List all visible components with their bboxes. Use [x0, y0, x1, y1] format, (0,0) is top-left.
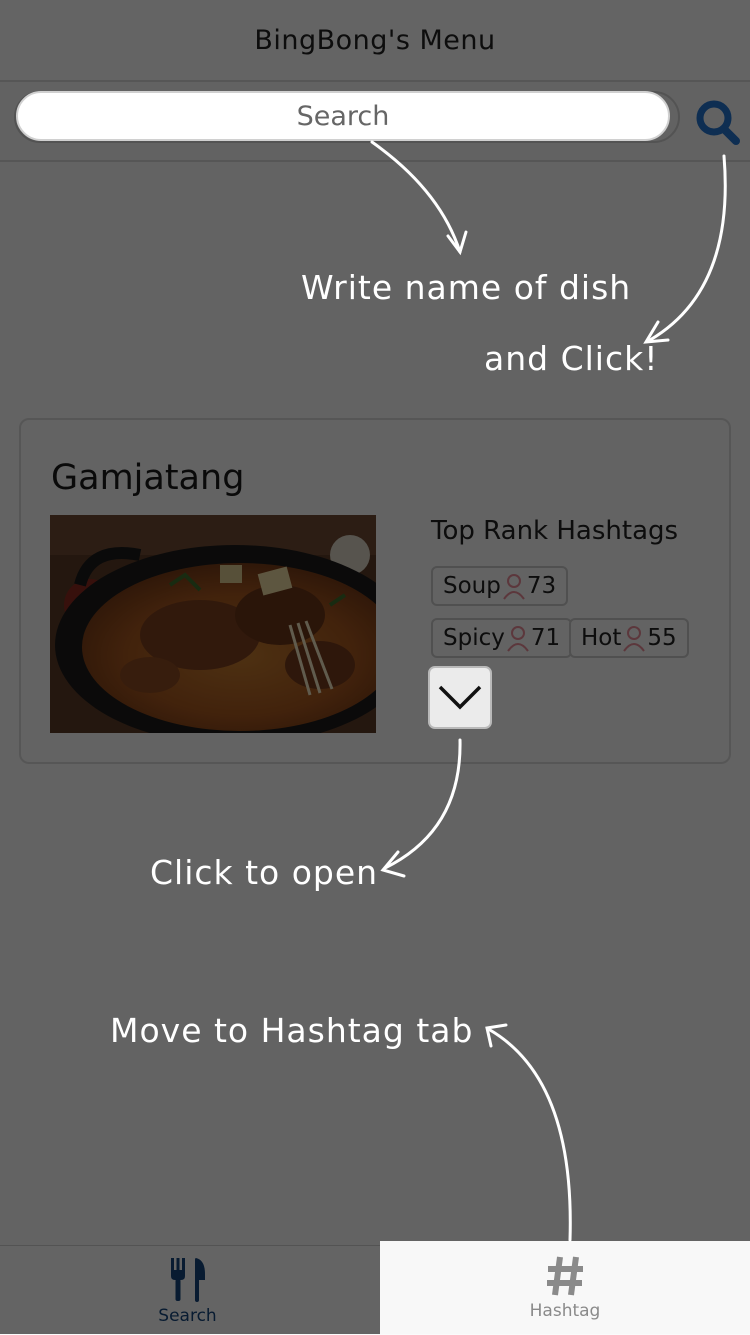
expand-button[interactable] — [428, 666, 492, 729]
tab-label: Hashtag — [529, 1301, 601, 1321]
dish-name: Gamjatang — [51, 458, 245, 498]
search-icon — [696, 100, 740, 145]
hashtag-chip-hot[interactable]: Hot 55 — [569, 618, 689, 658]
search-input[interactable] — [16, 91, 670, 141]
tip-click-to-open: Click to open — [150, 853, 379, 892]
hash-icon — [547, 1256, 583, 1296]
hashtag-chip-spicy[interactable]: Spicy 71 — [431, 618, 573, 658]
tab-search[interactable]: Search — [0, 1246, 375, 1335]
tip-write-name: Write name of dish — [301, 268, 632, 307]
hashtag-label: Spicy — [443, 625, 505, 651]
tab-hashtag[interactable]: Hashtag — [380, 1241, 750, 1334]
hashtag-count: 73 — [526, 573, 557, 599]
page-title: BingBong's Menu — [254, 24, 496, 56]
dish-card: Gamjatang Top Rank Hashtags Soup 73 Spic… — [19, 418, 731, 764]
fork-knife-icon — [170, 1258, 205, 1302]
chevron-down-icon — [438, 685, 482, 709]
hashtag-chip-soup[interactable]: Soup 73 — [431, 566, 569, 606]
dish-image — [50, 515, 376, 733]
person-icon — [507, 626, 529, 652]
app-header: BingBong's Menu — [0, 0, 750, 82]
hashtag-count: 71 — [530, 625, 561, 651]
hashtag-label: Hot — [581, 625, 622, 651]
hashtags-heading: Top Rank Hashtags — [431, 516, 679, 546]
tip-and-click: and Click! — [484, 339, 659, 378]
tab-label: Search — [158, 1306, 217, 1326]
app-screen: BingBong's Menu Gamjatang Top Rank Hasht… — [0, 0, 750, 1335]
person-icon — [623, 626, 646, 652]
hashtag-count: 55 — [647, 625, 677, 651]
search-button[interactable] — [690, 96, 746, 146]
hashtag-label: Soup — [443, 573, 501, 599]
tip-move-to-hashtag: Move to Hashtag tab — [110, 1011, 474, 1050]
person-icon — [503, 574, 525, 600]
